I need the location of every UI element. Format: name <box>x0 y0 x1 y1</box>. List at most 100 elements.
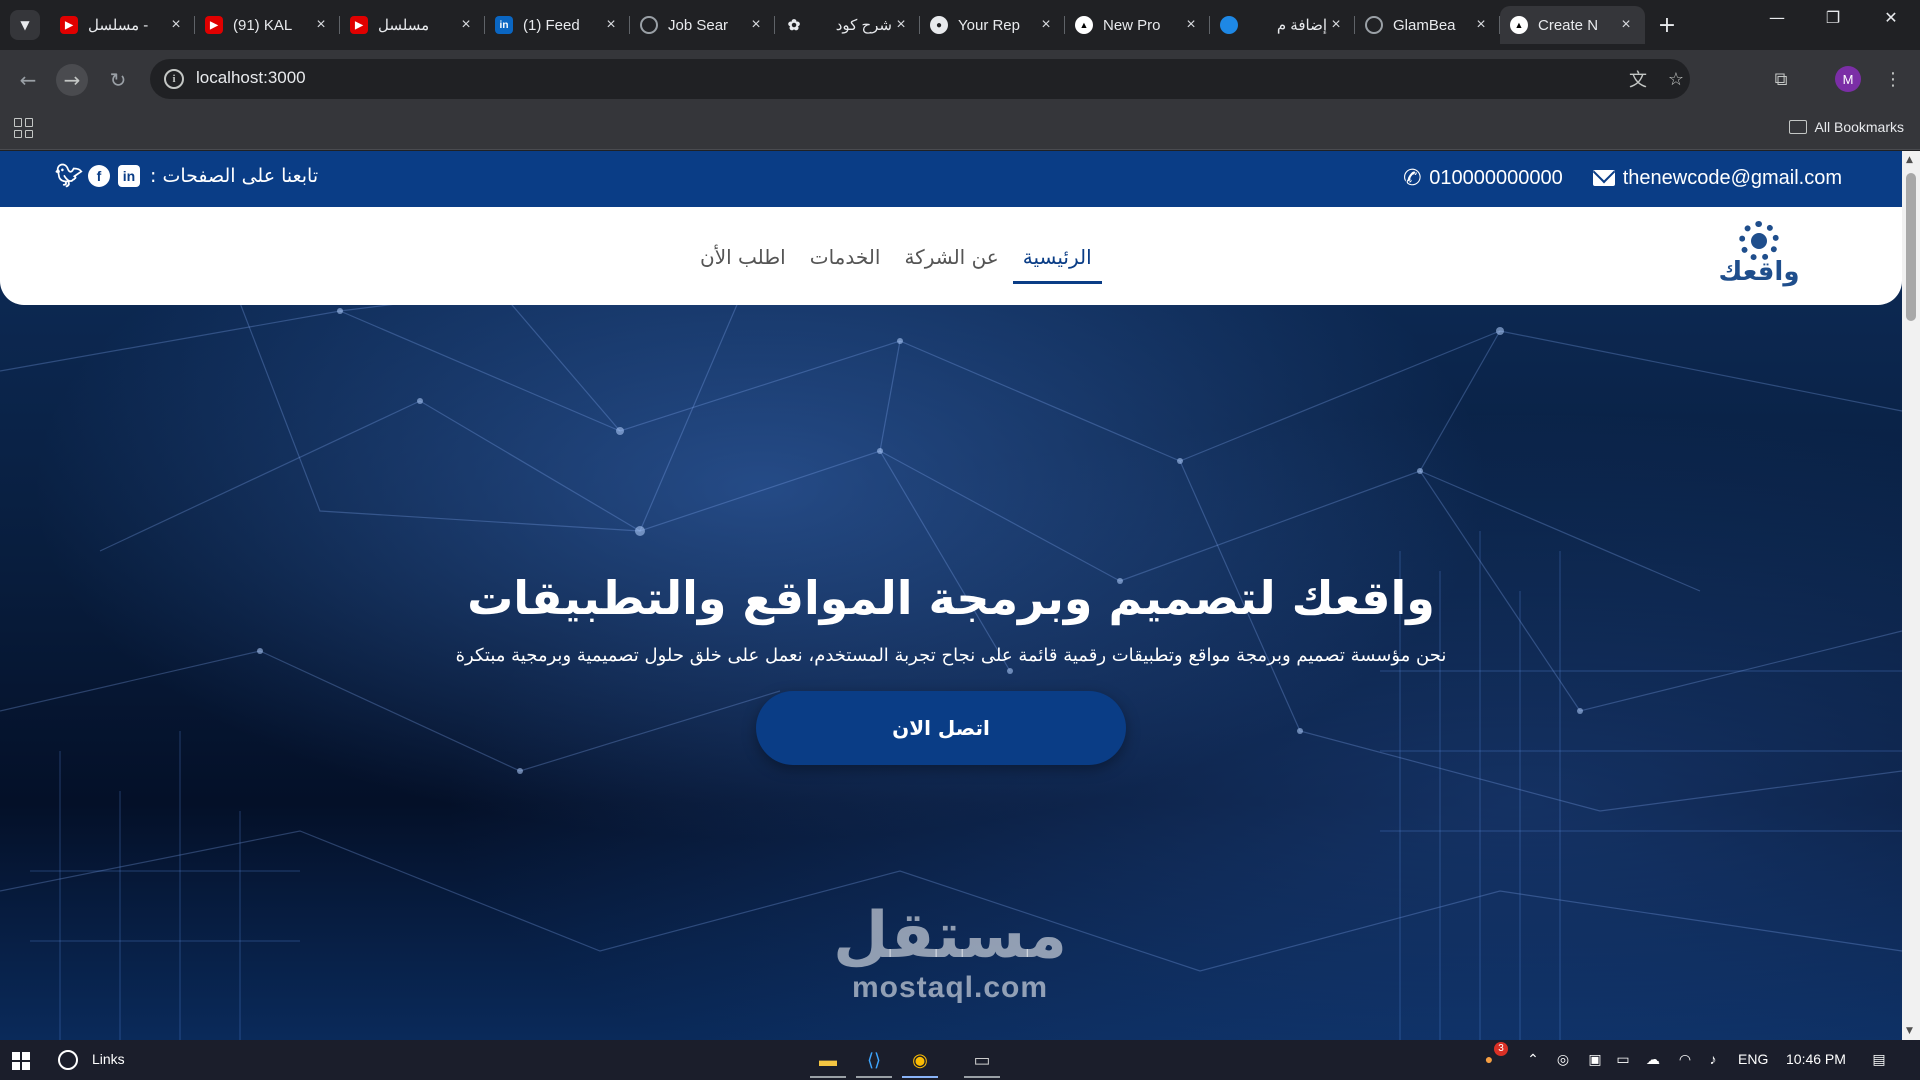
clock[interactable]: 10:46 PM <box>1786 1051 1846 1067</box>
scroll-thumb[interactable] <box>1906 173 1916 321</box>
github-icon: ● <box>930 16 948 34</box>
minimize-icon[interactable]: — <box>1752 8 1802 27</box>
browser-tab[interactable]: ✿ شرح كود × <box>775 6 920 44</box>
browser-tab[interactable]: إضافة م × <box>1210 6 1355 44</box>
close-icon[interactable]: × <box>167 16 185 34</box>
file-explorer-icon[interactable]: ▬ <box>810 1044 846 1078</box>
reload-button[interactable]: ↻ <box>102 64 134 96</box>
site-logo[interactable]: واقعك <box>1712 217 1806 297</box>
menu-kebab-icon[interactable]: ⋮ <box>1880 66 1906 92</box>
watermark-latin: mostaql.com <box>851 971 1049 1004</box>
cloud-icon[interactable]: ☁ <box>1644 1050 1662 1068</box>
window-close-icon[interactable]: ✕ <box>1866 8 1916 27</box>
browser-tab[interactable]: Job Sear × <box>630 6 775 44</box>
linkedin-icon[interactable]: in <box>118 165 140 187</box>
record-icon[interactable]: ◎ <box>1554 1050 1572 1068</box>
vscode-icon[interactable]: ⟨⟩ <box>856 1044 892 1078</box>
bookmark-star-icon[interactable]: ☆ <box>1664 67 1688 91</box>
volume-icon[interactable]: ♪ <box>1704 1050 1722 1068</box>
vercel-icon: ▲ <box>1510 16 1528 34</box>
tab-title: Job Sear <box>668 16 729 34</box>
nav-link-about[interactable]: عن الشركة <box>894 231 1008 284</box>
browser-tab[interactable]: ▶ (91) KAL × <box>195 6 340 44</box>
new-tab-button[interactable]: + <box>1652 10 1682 40</box>
translate-icon[interactable]: 文 <box>1626 67 1650 91</box>
close-icon[interactable]: × <box>1472 16 1490 34</box>
close-icon[interactable]: × <box>312 16 330 34</box>
email-address: thenewcode@gmail.com <box>1622 166 1842 189</box>
wifi-icon[interactable]: ◠ <box>1676 1050 1694 1068</box>
url-text[interactable]: localhost:3000 <box>196 68 306 88</box>
close-icon[interactable]: × <box>1037 16 1055 34</box>
phone-number: 010000000000 <box>1429 166 1563 189</box>
contact-now-button[interactable]: اتصل الان <box>756 691 1126 765</box>
close-icon[interactable]: × <box>1327 16 1345 34</box>
browser-tab[interactable]: ▶ مسلسل - × <box>50 6 195 44</box>
phone-icon: ✆ <box>1400 163 1424 192</box>
extensions-icon[interactable]: ⧉ <box>1768 66 1794 92</box>
restore-icon[interactable]: ❐ <box>1808 8 1858 27</box>
chevron-up-icon[interactable]: ⌃ <box>1524 1050 1542 1068</box>
nav-link-order[interactable]: اطلب الأن <box>690 231 796 284</box>
search-icon[interactable] <box>58 1050 78 1070</box>
nav-links: الرئيسية عن الشركة الخدمات اطلب الأن <box>690 231 1102 284</box>
tab-title: إضافة م <box>1276 17 1327 34</box>
main-navbar: الرئيسية عن الشركة الخدمات اطلب الأن واق… <box>0 207 1902 305</box>
tab-title: Your Rep <box>958 16 1020 34</box>
bookmarks-bar: All Bookmarks <box>0 108 1920 150</box>
close-icon[interactable]: × <box>457 16 475 34</box>
envelope-icon <box>1592 170 1615 186</box>
page-viewport: واقعك لتصميم وبرمجة المواقع والتطبيقات ن… <box>0 151 1902 1040</box>
tab-title: مسلسل <box>378 17 430 34</box>
close-icon[interactable]: × <box>1617 16 1635 34</box>
logo-text: واقعك <box>1718 257 1800 287</box>
terminal-icon[interactable]: ▭ <box>964 1044 1000 1078</box>
tab-search-button[interactable]: ▼ <box>10 10 40 40</box>
all-bookmarks-label: All Bookmarks <box>1814 119 1904 135</box>
facebook-icon[interactable]: f <box>88 165 110 187</box>
twitter-icon[interactable]: 🐦︎ <box>55 163 83 188</box>
page-scrollbar[interactable]: ▲ ▼ <box>1902 151 1920 1040</box>
email-contact[interactable]: thenewcode@gmail.com <box>1592 166 1842 190</box>
back-button[interactable]: ← <box>12 64 44 96</box>
battery-icon[interactable]: ▭ <box>1614 1050 1632 1068</box>
follow-text: تابعنا على الصفحات : <box>150 165 319 187</box>
nav-link-services[interactable]: الخدمات <box>800 231 891 284</box>
apps-grid-icon[interactable] <box>14 118 34 138</box>
gear-icon <box>1739 221 1779 261</box>
scroll-up-icon[interactable]: ▲ <box>1906 155 1913 165</box>
hero-section: واقعك لتصميم وبرمجة المواقع والتطبيقات ن… <box>0 251 1902 1040</box>
browser-tab[interactable]: ● Your Rep × <box>920 6 1065 44</box>
taskbar-search-label[interactable]: Links <box>92 1051 125 1067</box>
youtube-icon: ▶ <box>205 16 223 34</box>
all-bookmarks-button[interactable]: All Bookmarks <box>1788 119 1904 135</box>
profile-avatar[interactable]: M <box>1835 66 1861 92</box>
browser-toolbar: ← → ↻ i localhost:3000 ☆ 文 ⧉ M ⋮ <box>0 50 1920 108</box>
globe-icon <box>1365 16 1383 34</box>
hero-subtitle: نحن مؤسسة تصميم وبرمجة مواقع وتطبيقات رق… <box>455 645 1447 666</box>
youtube-icon: ▶ <box>350 16 368 34</box>
contact-topbar: 🐦︎ f in تابعنا على الصفحات : ✆ 010000000… <box>0 151 1902 207</box>
browser-tab[interactable]: ▲ New Pro × <box>1065 6 1210 44</box>
action-center-icon[interactable]: ▤ <box>1870 1050 1888 1068</box>
forward-button[interactable]: → <box>56 64 88 96</box>
close-icon[interactable]: × <box>602 16 620 34</box>
browser-tab-active[interactable]: ▲ Create N × <box>1500 6 1645 44</box>
close-icon[interactable]: × <box>747 16 765 34</box>
browser-tab[interactable]: GlamBea × <box>1355 6 1500 44</box>
folder-icon <box>1788 120 1807 134</box>
chrome-icon[interactable]: ◉ <box>902 1044 938 1078</box>
address-bar[interactable]: i localhost:3000 ☆ 文 <box>150 59 1690 99</box>
close-icon[interactable]: × <box>892 16 910 34</box>
nav-link-home[interactable]: الرئيسية <box>1012 231 1102 284</box>
phone-contact[interactable]: ✆ 010000000000 <box>1400 163 1563 192</box>
windows-start-icon[interactable] <box>12 1052 30 1070</box>
scroll-down-icon[interactable]: ▼ <box>1906 1026 1913 1036</box>
browser-tab[interactable]: ▶ مسلسل × <box>340 6 485 44</box>
site-info-icon[interactable]: i <box>164 69 184 89</box>
browser-tab[interactable]: in (1) Feed × <box>485 6 630 44</box>
close-icon[interactable]: × <box>1182 16 1200 34</box>
device-icon[interactable]: ▣ <box>1586 1050 1604 1068</box>
contact-info: ✆ 010000000000 thenewcode@gmail.com <box>1400 163 1842 192</box>
language-indicator[interactable]: ENG <box>1738 1051 1768 1067</box>
